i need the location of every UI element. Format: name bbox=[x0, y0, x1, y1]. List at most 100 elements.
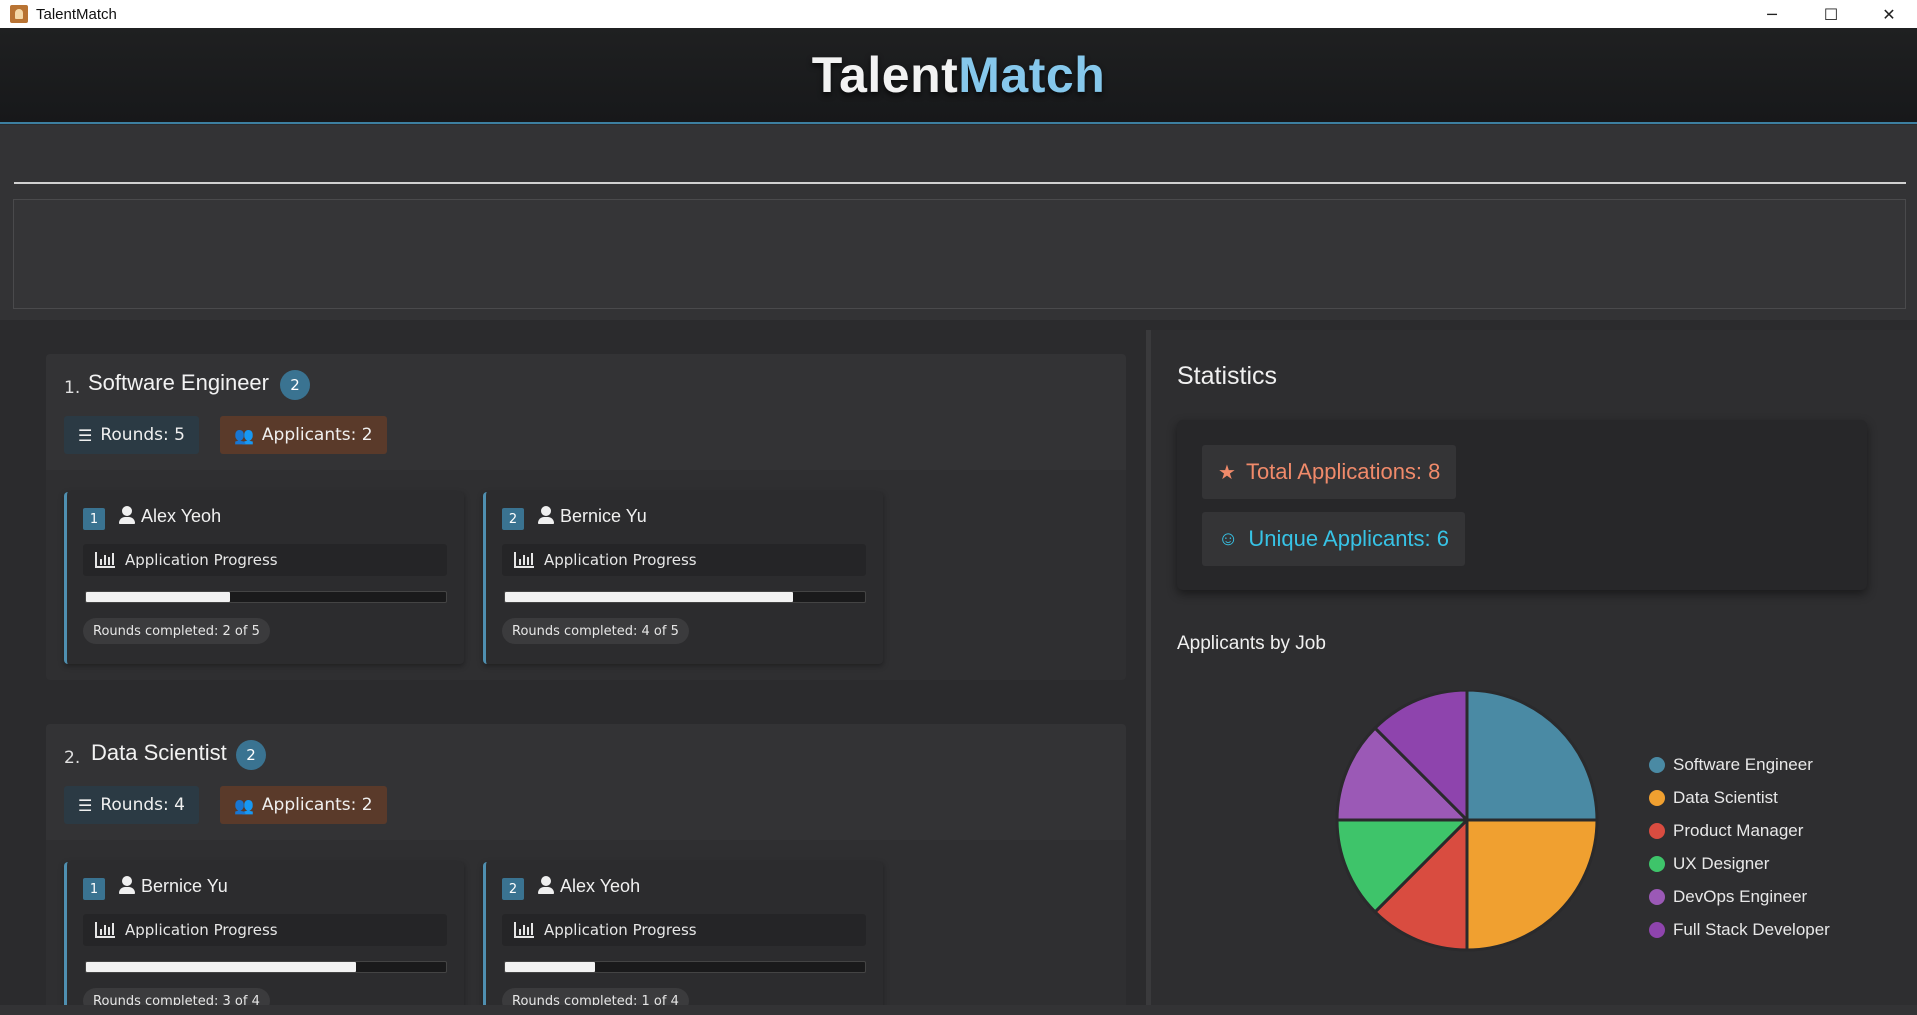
legend-swatch bbox=[1649, 888, 1665, 905]
applicant-index: 2 bbox=[502, 878, 524, 900]
smiley-icon: ☺ bbox=[1218, 527, 1239, 550]
unique-applicants-label: Unique Applicants: 6 bbox=[1248, 526, 1449, 551]
pie-legend: Software Engineer Data Scientist Product M… bbox=[1649, 748, 1830, 946]
job-index: 1. bbox=[64, 378, 81, 398]
rounds-tag: ☰ Rounds: 5 bbox=[64, 416, 199, 454]
legend-swatch bbox=[1649, 756, 1665, 773]
title-bar: TalentMatch ─ ☐ ✕ bbox=[0, 0, 1917, 28]
legend-label: Software Engineer bbox=[1673, 754, 1813, 774]
total-applications-label: Total Applications: 8 bbox=[1245, 459, 1441, 484]
progress-bar bbox=[85, 591, 447, 603]
job-title: Software Engineer bbox=[88, 370, 269, 395]
applicant-name: Alex Yeoh bbox=[560, 876, 641, 896]
applicant-card[interactable]: 1 Alex Yeoh Application Progress Rounds … bbox=[64, 492, 464, 664]
legend-item: DevOps Engineer bbox=[1649, 880, 1830, 913]
command-input[interactable] bbox=[14, 182, 1906, 184]
job-header: 2. Data Scientist 2 ☰ Rounds: 4 👥 Applican… bbox=[46, 724, 1126, 840]
progress-bar bbox=[85, 961, 447, 973]
rounds-label: Rounds: 5 bbox=[100, 425, 185, 445]
legend-label: Full Stack Developer bbox=[1673, 919, 1830, 939]
pie-chart-title: Applicants by Job bbox=[1177, 633, 1326, 654]
result-display[interactable] bbox=[13, 199, 1906, 309]
list-icon: ☰ bbox=[78, 425, 93, 445]
list-icon: ☰ bbox=[78, 795, 93, 815]
applicant-index: 1 bbox=[83, 878, 105, 900]
progress-bar bbox=[504, 961, 866, 973]
progress-header: Application Progress bbox=[83, 914, 447, 946]
legend-swatch bbox=[1649, 921, 1665, 938]
applicant-name: Alex Yeoh bbox=[141, 506, 222, 526]
legend-item: Full Stack Developer bbox=[1649, 913, 1830, 946]
progress-header: Application Progress bbox=[502, 914, 866, 946]
legend-label: Data Scientist bbox=[1673, 787, 1778, 807]
job-title: Data Scientist bbox=[91, 740, 227, 765]
bar-chart-icon bbox=[514, 922, 534, 938]
maximize-button[interactable]: ☐ bbox=[1802, 0, 1860, 28]
applicants-tag: 👥 Applicants: 2 bbox=[220, 786, 387, 824]
legend-swatch bbox=[1649, 855, 1665, 872]
legend-swatch bbox=[1649, 789, 1665, 806]
legend-swatch bbox=[1649, 822, 1665, 839]
statistics-panel: Statistics ★ Total Applications: 8 ☺ Uniqu… bbox=[1151, 330, 1917, 1005]
progress-bar bbox=[504, 591, 866, 603]
bar-chart-icon bbox=[514, 552, 534, 568]
job-list-pane[interactable]: 1. Software Engineer 2 ☰ Rounds: 5 👥 Appli… bbox=[0, 320, 1146, 1015]
progress-label: Application Progress bbox=[544, 921, 697, 939]
applicants-tag: 👥 Applicants: 2 bbox=[220, 416, 387, 454]
legend-item: UX Designer bbox=[1649, 847, 1830, 880]
legend-label: UX Designer bbox=[1673, 853, 1770, 873]
applicants-label: Applicants: 2 bbox=[261, 795, 373, 815]
close-button[interactable]: ✕ bbox=[1860, 0, 1917, 28]
brand-part2: Match bbox=[958, 47, 1106, 103]
legend-item: Data Scientist bbox=[1649, 781, 1830, 814]
person-icon bbox=[119, 876, 135, 896]
total-applications-stat: ★ Total Applications: 8 bbox=[1202, 445, 1457, 499]
legend-item: Product Manager bbox=[1649, 814, 1830, 847]
statistics-title: Statistics bbox=[1177, 362, 1278, 390]
rounds-completed: Rounds completed: 2 of 5 bbox=[83, 618, 270, 644]
person-icon bbox=[538, 506, 554, 526]
minimize-button[interactable]: ─ bbox=[1743, 0, 1801, 28]
app-header: TalentMatch bbox=[0, 28, 1917, 124]
job-applicant-count-badge: 2 bbox=[236, 740, 266, 770]
users-icon: 👥 bbox=[234, 795, 254, 815]
app-icon bbox=[10, 5, 28, 23]
window-title: TalentMatch bbox=[36, 5, 117, 23]
job-card[interactable]: 2. Data Scientist 2 ☰ Rounds: 4 👥 Applican… bbox=[46, 724, 1126, 1015]
rounds-tag: ☰ Rounds: 4 bbox=[64, 786, 199, 824]
unique-applicants-stat: ☺ Unique Applicants: 6 bbox=[1202, 512, 1465, 566]
rounds-completed: Rounds completed: 4 of 5 bbox=[502, 618, 689, 644]
progress-header: Application Progress bbox=[83, 544, 447, 576]
brand-logo: TalentMatch bbox=[812, 46, 1106, 104]
statistics-summary: ★ Total Applications: 8 ☺ Unique Applicant… bbox=[1177, 420, 1867, 590]
progress-label: Application Progress bbox=[544, 551, 697, 569]
star-icon: ★ bbox=[1218, 461, 1236, 484]
applicants-label: Applicants: 2 bbox=[261, 425, 373, 445]
job-applicant-count-badge: 2 bbox=[280, 370, 310, 400]
applicant-card[interactable]: 2 Bernice Yu Application Progress Rounds… bbox=[483, 492, 883, 664]
command-area bbox=[0, 125, 1917, 320]
job-card[interactable]: 1. Software Engineer 2 ☰ Rounds: 5 👥 Appli… bbox=[46, 354, 1126, 680]
progress-header: Application Progress bbox=[502, 544, 866, 576]
job-index: 2. bbox=[64, 748, 81, 768]
bar-chart-icon bbox=[95, 922, 115, 938]
pie-slice-data-scientist bbox=[1465, 818, 1599, 952]
legend-item: Software Engineer bbox=[1649, 748, 1830, 781]
rounds-label: Rounds: 4 bbox=[100, 795, 185, 815]
applicant-card[interactable]: 2 Alex Yeoh Application Progress Rounds … bbox=[483, 862, 883, 1015]
bar-chart-icon bbox=[95, 552, 115, 568]
progress-label: Application Progress bbox=[125, 921, 278, 939]
status-bar bbox=[0, 1005, 1917, 1015]
applicant-index: 2 bbox=[502, 508, 524, 530]
progress-label: Application Progress bbox=[125, 551, 278, 569]
job-header: 1. Software Engineer 2 ☰ Rounds: 5 👥 Appli… bbox=[46, 354, 1126, 470]
applicant-index: 1 bbox=[83, 508, 105, 530]
legend-label: DevOps Engineer bbox=[1673, 886, 1808, 906]
users-icon: 👥 bbox=[234, 425, 254, 445]
brand-part1: Talent bbox=[811, 47, 959, 103]
applicant-name: Bernice Yu bbox=[141, 876, 228, 896]
applicant-card[interactable]: 1 Bernice Yu Application Progress Rounds… bbox=[64, 862, 464, 1015]
person-icon bbox=[119, 506, 135, 526]
person-icon bbox=[538, 876, 554, 896]
legend-label: Product Manager bbox=[1673, 820, 1804, 840]
